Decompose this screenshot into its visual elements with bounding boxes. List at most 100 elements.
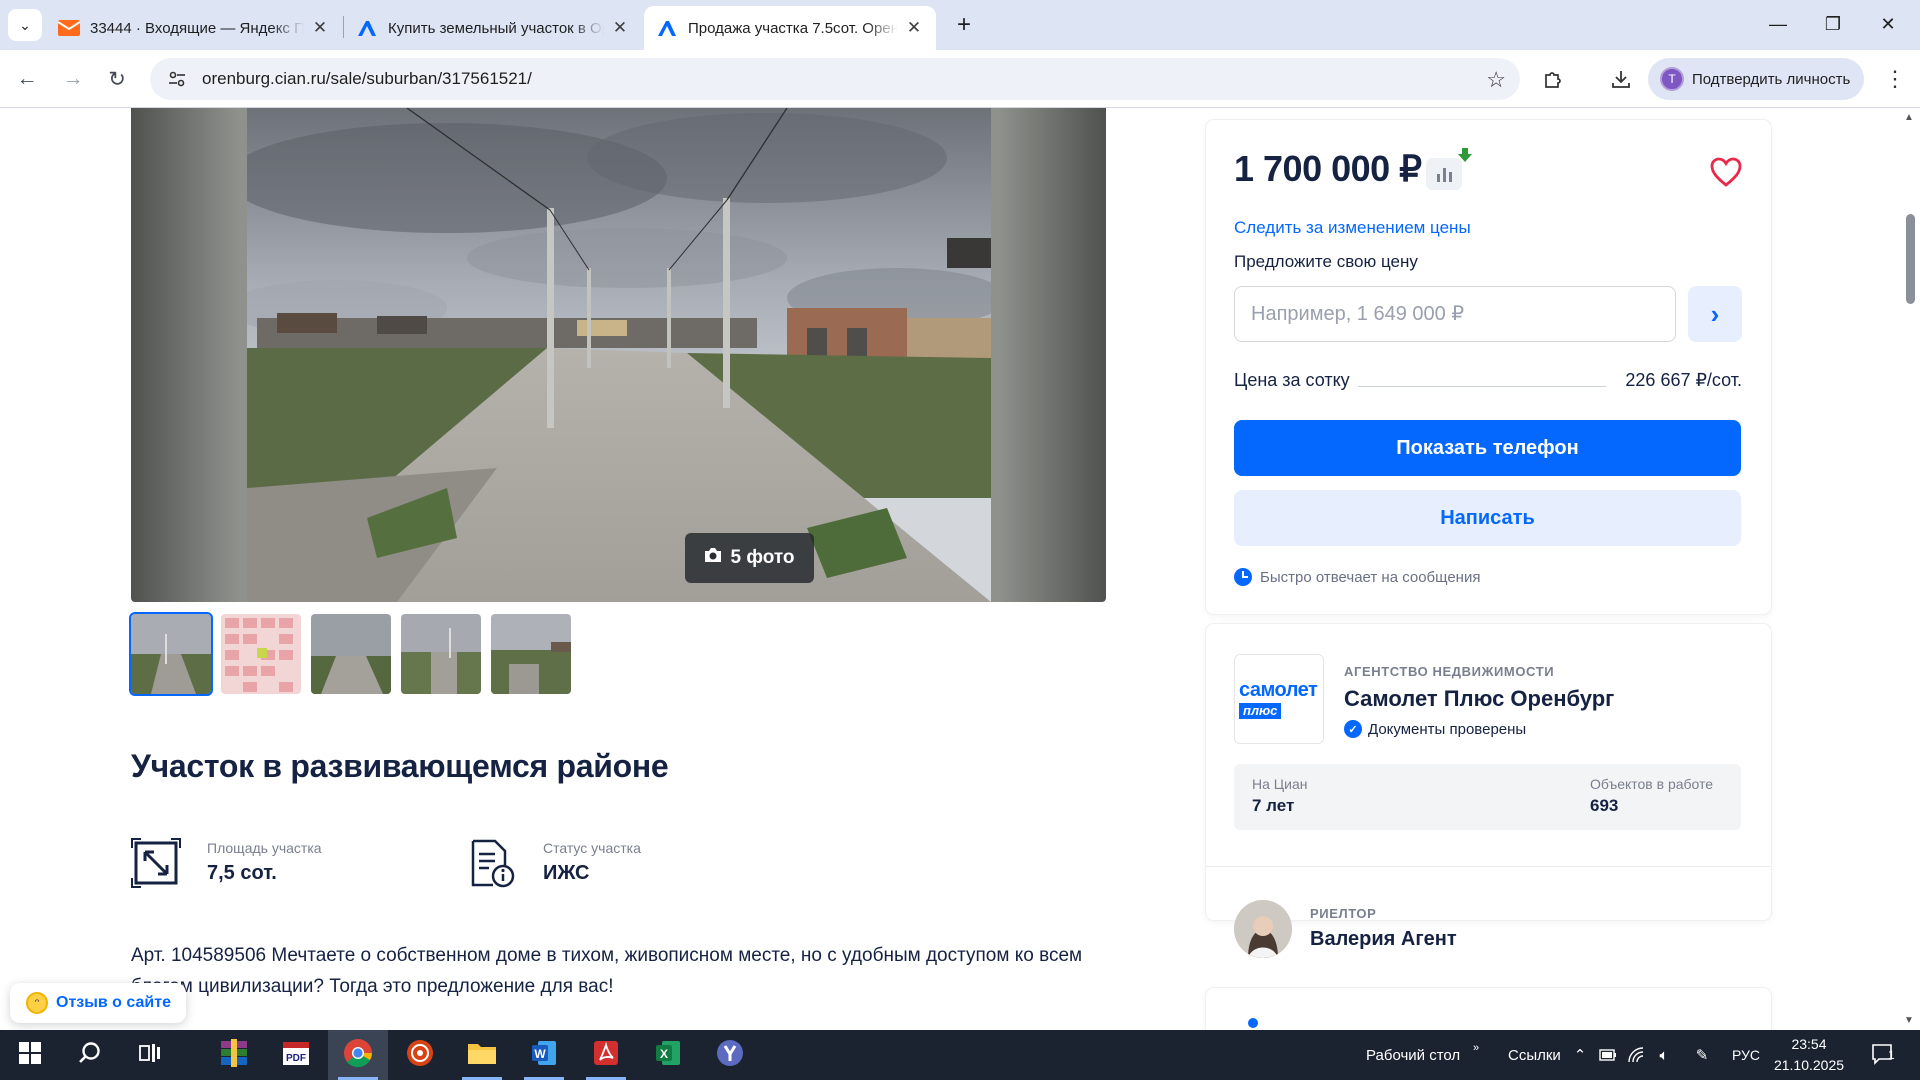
search-button[interactable] — [60, 1030, 120, 1080]
taskbar-word[interactable]: W — [514, 1030, 574, 1080]
thumbnail-3[interactable] — [311, 614, 391, 694]
price-history-button[interactable] — [1426, 158, 1462, 190]
realtor-avatar[interactable] — [1234, 900, 1292, 958]
page-scrollbar[interactable]: ▲ ▼ — [1900, 108, 1920, 1030]
thumbnail-2[interactable] — [221, 614, 301, 694]
restore-icon: ❐ — [1824, 13, 1842, 34]
scroll-down-icon[interactable]: ▼ — [1904, 1015, 1914, 1026]
clock[interactable]: 23:54 21.10.2025 — [1770, 1034, 1848, 1076]
reload-icon: ↻ — [108, 67, 126, 91]
downloads-icon[interactable] — [1606, 64, 1636, 94]
tab-title: 33444 · Входящие — Яндекс Почта — [90, 19, 304, 37]
thumbnail-5[interactable] — [491, 614, 571, 694]
document-info-icon — [467, 838, 517, 888]
taskbar-app-red[interactable] — [390, 1030, 450, 1080]
realtor-card: РИЕЛТОР Валерия Агент — [1206, 870, 1771, 970]
start-button[interactable] — [0, 1030, 60, 1080]
acrobat-icon — [592, 1039, 620, 1072]
new-tab-button[interactable]: + — [950, 11, 978, 39]
search-icon — [78, 1041, 102, 1070]
close-tab-icon[interactable]: ✕ — [610, 18, 630, 38]
camera-icon — [704, 547, 722, 569]
task-view-button[interactable] — [120, 1030, 180, 1080]
site-feedback-button[interactable]: ᵔ Отзыв о сайте — [10, 983, 186, 1023]
agency-name-link[interactable]: Самолет Плюс Оренбург — [1344, 686, 1614, 712]
taskbar-winrar[interactable] — [204, 1030, 264, 1080]
pen-icon[interactable]: ✎ — [1692, 1045, 1712, 1065]
svg-text:W: W — [534, 1047, 546, 1061]
links-toolbar[interactable]: Ссылки — [1508, 1030, 1561, 1080]
back-button[interactable]: ← — [12, 64, 42, 94]
track-price-link[interactable]: Следить за изменением цены — [1234, 218, 1471, 238]
main-photo[interactable] — [247, 108, 991, 602]
volume-icon[interactable]: 🔈︎ — [1654, 1045, 1674, 1065]
windows-taskbar: PDF W X Рабочий стол » Ссылки ⌃ 🔈︎ ✎ РУС… — [0, 1030, 1920, 1080]
network-icon[interactable] — [1626, 1045, 1646, 1065]
toolbar-expand-icon[interactable]: » — [1466, 1038, 1486, 1058]
taskbar-file-explorer[interactable] — [452, 1030, 512, 1080]
forward-button[interactable]: → — [58, 64, 88, 94]
taskbar-excel[interactable]: X — [638, 1030, 698, 1080]
agency-logo[interactable]: самолет плюс — [1234, 654, 1324, 744]
agency-logo-text: самолет — [1239, 679, 1318, 701]
site-settings-icon[interactable] — [164, 66, 190, 92]
tray-overflow-icon[interactable]: ⌃ — [1570, 1045, 1590, 1065]
minimize-button[interactable]: — — [1758, 8, 1798, 40]
profile-verify-button[interactable]: Т Подтвердить личность — [1648, 58, 1864, 100]
feature-value: 7,5 сот. — [207, 862, 277, 884]
photo-count-button[interactable]: 5 фото — [685, 533, 814, 583]
windows-logo-icon — [19, 1041, 41, 1069]
profile-label: Подтвердить личность — [1692, 70, 1851, 88]
tab-search-button[interactable]: ⌄ — [8, 9, 42, 41]
thumbnail-4[interactable] — [401, 614, 481, 694]
close-tab-icon[interactable]: ✕ — [310, 18, 330, 38]
offer-price-label: Предложите свою цену — [1234, 252, 1418, 271]
price-per-sotka-value: 226 667 ₽/сот. — [1617, 370, 1742, 391]
taskbar-calendar-app[interactable]: PDF — [266, 1030, 326, 1080]
svg-text:X: X — [660, 1047, 668, 1061]
language-indicator[interactable]: РУС — [1732, 1030, 1760, 1080]
browser-menu-button[interactable]: ⋮ — [1882, 64, 1908, 94]
thumbnail-1[interactable] — [129, 612, 213, 696]
close-window-button[interactable]: ✕ — [1868, 8, 1908, 40]
stat-label: Объектов в работе — [1590, 776, 1714, 792]
realtor-name-link[interactable]: Валерия Агент — [1310, 928, 1457, 951]
stat-value: 693 — [1590, 796, 1619, 815]
location-card — [1206, 988, 1771, 1030]
close-tab-icon[interactable]: ✕ — [904, 18, 924, 38]
address-bar[interactable]: orenburg.cian.ru/sale/suburban/317561521… — [150, 58, 1520, 100]
folder-icon — [467, 1040, 497, 1071]
write-message-button[interactable]: Написать — [1234, 490, 1741, 546]
tab-yandex-mail[interactable]: 33444 · Входящие — Яндекс Почта ✕ — [46, 6, 342, 50]
offer-price-input[interactable] — [1234, 286, 1676, 342]
scroll-up-icon[interactable]: ▲ — [1904, 112, 1914, 123]
taskbar-yandex-browser[interactable] — [700, 1030, 760, 1080]
price-down-arrow-icon — [1458, 148, 1472, 167]
verified-check-icon: ✓ — [1344, 720, 1362, 738]
taskbar-acrobat[interactable] — [576, 1030, 636, 1080]
scrollbar-thumb[interactable] — [1906, 214, 1915, 304]
feedback-label: Отзыв о сайте — [56, 994, 171, 1011]
desktop-toolbar[interactable]: Рабочий стол — [1366, 1030, 1460, 1080]
taskbar-chrome[interactable] — [328, 1030, 388, 1080]
show-phone-button[interactable]: Показать телефон — [1234, 420, 1741, 476]
tab-cian-search[interactable]: Купить земельный участок в Оренбурге ✕ — [344, 6, 642, 50]
bookmark-star-icon[interactable]: ☆ — [1486, 67, 1506, 93]
favorite-heart-icon[interactable] — [1708, 154, 1744, 190]
extensions-icon[interactable] — [1538, 64, 1568, 94]
photo-count-label: 5 фото — [730, 547, 795, 568]
photo-gallery[interactable]: 5 фото — [131, 108, 1106, 602]
dotted-leader — [1356, 386, 1606, 387]
stat-label: На Циан — [1252, 776, 1308, 792]
offer-submit-button[interactable]: › — [1688, 286, 1742, 342]
photo-thumbnails — [129, 612, 571, 696]
area-icon — [131, 838, 181, 888]
battery-icon[interactable] — [1598, 1045, 1618, 1065]
price: 1 700 000 ₽ — [1234, 148, 1422, 189]
reload-button[interactable]: ↻ — [102, 64, 132, 94]
restore-button[interactable]: ❐ — [1813, 8, 1853, 40]
fast-reply-note: Быстро отвечает на сообщения — [1234, 568, 1480, 586]
tab-cian-listing[interactable]: Продажа участка 7.5сот. Оренбург ✕ — [644, 6, 936, 50]
listing-title: Участок в развивающемся районе — [131, 748, 669, 784]
smile-icon: ᵔ — [26, 992, 48, 1014]
